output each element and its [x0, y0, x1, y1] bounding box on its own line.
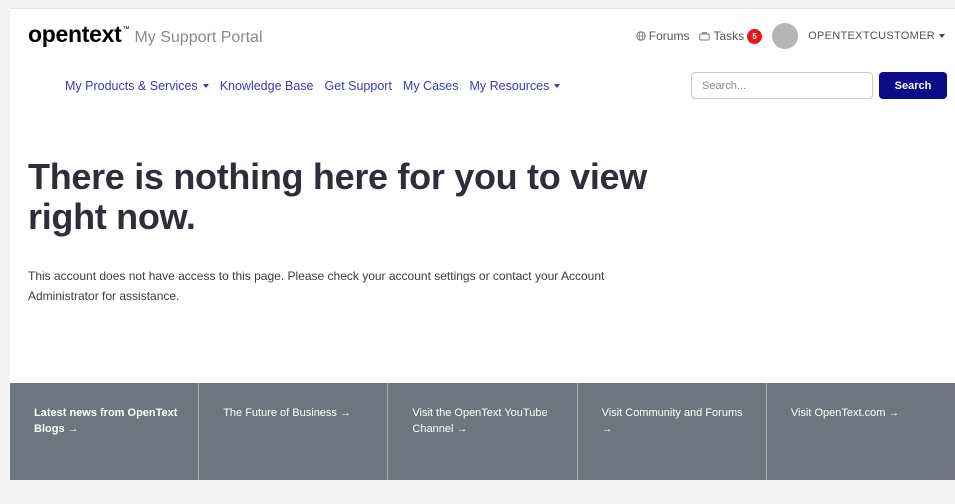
- promo-link-future-of-business[interactable]: The Future of Business →: [199, 383, 389, 480]
- nav-item-my-cases[interactable]: My Cases: [403, 79, 459, 93]
- search-input[interactable]: [691, 72, 873, 99]
- nav-item-label: My Products & Services: [65, 79, 198, 93]
- access-message: This account does not have access to thi…: [28, 269, 605, 303]
- user-menu[interactable]: OPENTEXTCUSTOMER: [808, 30, 945, 42]
- avatar[interactable]: [772, 23, 799, 49]
- globe-icon: [636, 31, 646, 41]
- brand[interactable]: opentext ™ My Support Portal: [28, 21, 263, 48]
- top-header: opentext ™ My Support Portal Forums Task…: [10, 9, 955, 65]
- utility-bar: Forums Tasks 5 OPENTEXTCUSTOMER: [636, 23, 945, 49]
- nav-item-label: Get Support: [324, 79, 392, 93]
- nav-item-label: My Cases: [402, 79, 459, 93]
- caret-down-icon: [202, 84, 209, 88]
- promo-link-community-forums[interactable]: Visit Community and Forums →: [578, 383, 767, 480]
- nav-item-knowledge-base[interactable]: Knowledge Base: [220, 79, 314, 93]
- caret-down-icon: [554, 84, 561, 88]
- tasks-link[interactable]: Tasks 5: [699, 28, 763, 44]
- promo-link-blogs[interactable]: Latest news from OpenText Blogs →: [10, 383, 200, 480]
- tasks-count-badge: 5: [747, 28, 763, 44]
- trademark-mark: ™: [122, 26, 130, 33]
- search-button[interactable]: Search: [879, 72, 947, 99]
- opentext-logo: opentext: [28, 21, 122, 47]
- nav-item-my-products-services[interactable]: My Products & Services: [65, 79, 209, 93]
- username-label: OPENTEXTCUSTOMER: [808, 30, 935, 42]
- forums-label: Forums: [648, 29, 690, 43]
- main-nav: My Products & Services Knowledge Base Ge…: [65, 79, 571, 93]
- page-title: There is nothing here for you to view ri…: [28, 156, 647, 237]
- portal-title: My Support Portal: [134, 29, 263, 46]
- tasks-label: Tasks: [713, 29, 745, 43]
- briefcase-icon: [699, 32, 711, 41]
- nav-item-label: My Resources: [469, 79, 550, 93]
- caret-down-icon: [939, 34, 945, 38]
- search-area: Search: [691, 72, 947, 99]
- page-container: opentext ™ My Support Portal Forums Task…: [10, 8, 955, 480]
- nav-item-my-resources[interactable]: My Resources: [470, 79, 561, 93]
- nav-item-label: Knowledge Base: [219, 79, 314, 93]
- promo-link-youtube[interactable]: Visit the OpenText YouTube Channel →: [388, 383, 578, 480]
- nav-item-get-support[interactable]: Get Support: [325, 79, 392, 93]
- promo-band: Latest news from OpenText Blogs → The Fu…: [10, 383, 955, 480]
- forums-link[interactable]: Forums: [636, 29, 690, 43]
- promo-link-opentext-com[interactable]: Visit OpenText.com →: [767, 383, 955, 480]
